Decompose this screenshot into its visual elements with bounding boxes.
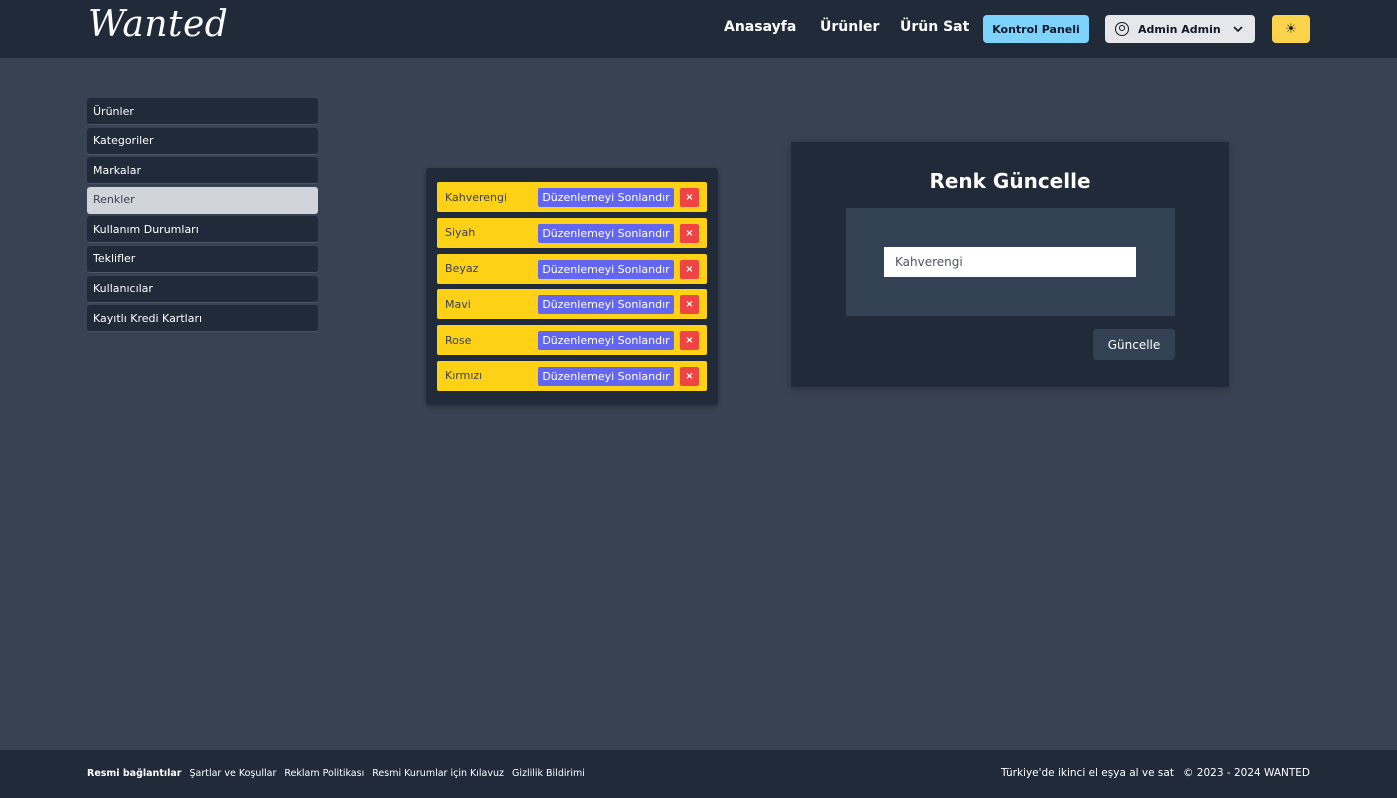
footer-tagline: Türkiye'de ikinci el eşya al ve sat: [1001, 767, 1174, 779]
user-name: Admin Admin: [1138, 22, 1221, 36]
list-item: Kırmızı Düzenlemeyi Sonlandır ×: [437, 360, 707, 391]
finish-edit-button[interactable]: Düzenlemeyi Sonlandır: [538, 331, 674, 351]
user-circle-icon: [1115, 22, 1129, 36]
top-navbar: Wanted Anasayfa Ürünler Ürün Sat Kontrol…: [0, 0, 1397, 58]
sidebar-item-teklifler[interactable]: Teklifler: [87, 245, 318, 273]
delete-button[interactable]: ×: [680, 295, 699, 315]
color-name: Kahverengi: [445, 190, 508, 204]
sidebar-item-renkler[interactable]: Renkler: [87, 186, 318, 214]
footer-link-privacy[interactable]: Gizlilik Bildirimi: [512, 768, 585, 779]
sidebar-item-kredi-kartlari[interactable]: Kayıtlı Kredi Kartları: [87, 305, 318, 333]
close-icon: ×: [685, 227, 694, 239]
sidebar-item-urunler[interactable]: Ürünler: [87, 98, 318, 125]
footer-link-guide[interactable]: Resmi Kurumlar için Kılavuz: [372, 768, 504, 779]
footer-link-ads-policy[interactable]: Reklam Politikası: [284, 768, 364, 779]
nav-urunler[interactable]: Ürünler: [820, 19, 879, 35]
nav-urun-sat[interactable]: Ürün Sat: [900, 19, 969, 35]
nav-anasayfa[interactable]: Anasayfa: [724, 19, 796, 35]
footer: Resmi bağlantılar Şartlar ve Koşullar Re…: [0, 750, 1397, 798]
theme-toggle-button[interactable]: ☀: [1272, 15, 1310, 43]
list-item: Siyah Düzenlemeyi Sonlandır ×: [437, 217, 707, 248]
chevron-down-icon: [1233, 26, 1243, 33]
finish-edit-button[interactable]: Düzenlemeyi Sonlandır: [538, 259, 674, 279]
delete-button[interactable]: ×: [680, 366, 699, 386]
color-name: Mavi: [445, 297, 471, 311]
form-container: [846, 208, 1175, 316]
sidebar-item-markalar[interactable]: Markalar: [87, 157, 318, 185]
delete-button[interactable]: ×: [680, 223, 699, 243]
delete-button[interactable]: ×: [680, 259, 699, 279]
list-item: Kahverengi Düzenlemeyi Sonlandır ×: [437, 182, 707, 212]
list-item: Beyaz Düzenlemeyi Sonlandır ×: [437, 253, 707, 284]
list-item: Rose Düzenlemeyi Sonlandır ×: [437, 325, 707, 356]
sun-icon: ☀: [1285, 21, 1297, 37]
close-icon: ×: [685, 299, 694, 311]
color-list: Kahverengi Düzenlemeyi Sonlandır × Siyah…: [426, 168, 718, 405]
control-panel-button[interactable]: Kontrol Paneli: [983, 15, 1089, 43]
close-icon: ×: [685, 370, 694, 382]
panel-title: Renk Güncelle: [929, 169, 1091, 193]
user-menu-button[interactable]: Admin Admin: [1105, 15, 1255, 43]
color-name: Siyah: [445, 226, 476, 240]
admin-sidebar: Ürünler Kategoriler Markalar Renkler Kul…: [87, 98, 318, 335]
footer-copyright: © 2023 - 2024 WANTED: [1182, 767, 1310, 779]
close-icon: ×: [685, 263, 694, 275]
sidebar-item-kategoriler[interactable]: Kategoriler: [87, 127, 318, 155]
delete-button[interactable]: ×: [680, 331, 699, 351]
footer-links: Resmi bağlantılar Şartlar ve Koşullar Re…: [87, 768, 585, 779]
sidebar-item-kullanim-durumlari[interactable]: Kullanım Durumları: [87, 216, 318, 244]
finish-edit-button[interactable]: Düzenlemeyi Sonlandır: [538, 366, 674, 386]
color-name: Kırmızı: [445, 369, 483, 383]
finish-edit-button[interactable]: Düzenlemeyi Sonlandır: [538, 188, 674, 207]
color-name: Rose: [445, 333, 472, 347]
sidebar-item-kullanicilar[interactable]: Kullanıcılar: [87, 275, 318, 303]
color-name-input[interactable]: [884, 247, 1136, 277]
list-item: Mavi Düzenlemeyi Sonlandır ×: [437, 289, 707, 320]
footer-links-title: Resmi bağlantılar: [87, 768, 182, 779]
color-name: Beyaz: [445, 262, 479, 276]
close-icon: ×: [685, 192, 694, 203]
close-icon: ×: [685, 335, 694, 347]
finish-edit-button[interactable]: Düzenlemeyi Sonlandır: [538, 223, 674, 243]
wanted-logo[interactable]: Wanted: [88, 4, 228, 45]
delete-button[interactable]: ×: [680, 188, 699, 207]
footer-link-terms[interactable]: Şartlar ve Koşullar: [189, 768, 276, 779]
finish-edit-button[interactable]: Düzenlemeyi Sonlandır: [538, 295, 674, 315]
update-button[interactable]: Güncelle: [1093, 329, 1175, 360]
footer-info: Türkiye'de ikinci el eşya al ve sat © 20…: [1001, 767, 1310, 779]
color-update-panel: Renk Güncelle Güncelle: [791, 142, 1229, 387]
